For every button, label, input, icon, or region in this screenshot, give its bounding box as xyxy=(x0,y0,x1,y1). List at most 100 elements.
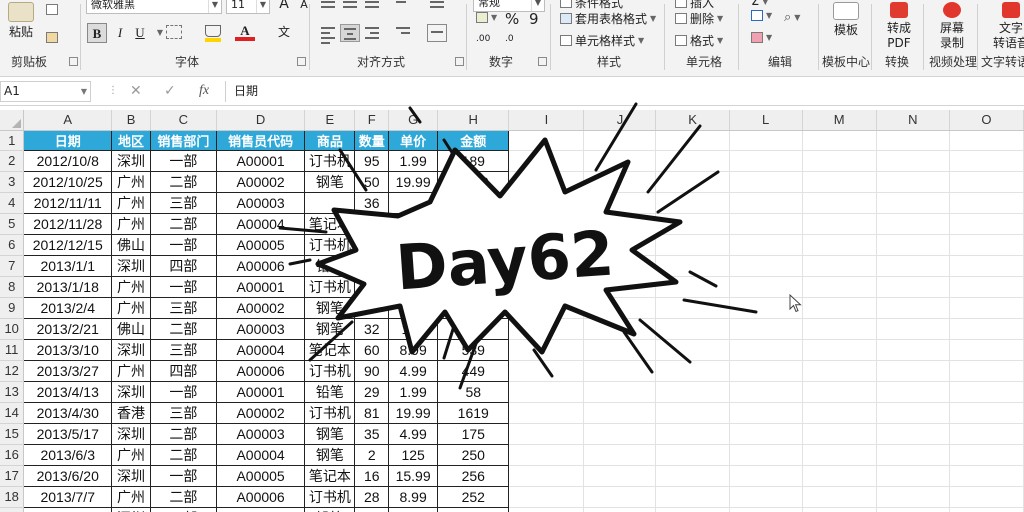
column-header[interactable]: F xyxy=(354,110,390,131)
underline-button[interactable]: U xyxy=(130,23,150,43)
data-cell[interactable]: 250 xyxy=(437,443,510,466)
data-cell[interactable]: 1000 xyxy=(437,170,510,193)
header-cell[interactable]: 销售部门 xyxy=(149,129,217,151)
empty-cell[interactable] xyxy=(583,150,657,172)
enter-icon[interactable]: ✓ xyxy=(164,83,176,99)
row-header[interactable]: 9 xyxy=(0,297,25,319)
empty-cell[interactable] xyxy=(655,192,730,214)
empty-cell[interactable] xyxy=(583,192,657,214)
empty-cell[interactable] xyxy=(508,339,585,361)
data-cell[interactable]: 笔记本 xyxy=(304,464,356,487)
empty-cell[interactable] xyxy=(949,130,1024,151)
data-cell[interactable]: 钢笔 xyxy=(304,170,356,193)
data-cell[interactable]: 四部 xyxy=(149,254,217,277)
row-header[interactable]: 2 xyxy=(0,150,25,172)
empty-cell[interactable] xyxy=(655,255,730,277)
row-header[interactable]: 17 xyxy=(0,465,25,487)
data-cell[interactable]: 二部 xyxy=(149,443,217,466)
data-cell[interactable]: 钢笔 xyxy=(304,443,356,466)
empty-cell[interactable] xyxy=(508,192,585,214)
row-header[interactable]: 7 xyxy=(0,255,25,277)
data-cell[interactable]: 449 xyxy=(437,359,510,382)
column-header[interactable]: D xyxy=(216,110,306,131)
empty-cell[interactable] xyxy=(949,150,1024,172)
data-cell[interactable] xyxy=(304,191,356,214)
wrap-text-icon[interactable] xyxy=(427,0,447,16)
empty-cell[interactable] xyxy=(655,465,730,487)
empty-cell[interactable] xyxy=(876,381,950,403)
empty-cell[interactable] xyxy=(802,171,877,193)
data-cell[interactable]: 19.99 xyxy=(388,401,439,424)
empty-cell[interactable] xyxy=(802,234,877,256)
empty-cell[interactable] xyxy=(508,130,585,151)
data-cell[interactable]: 订书机 xyxy=(304,233,356,256)
empty-cell[interactable] xyxy=(729,130,803,151)
data-cell[interactable]: 35 xyxy=(354,422,390,445)
empty-cell[interactable] xyxy=(802,192,877,214)
empty-cell[interactable] xyxy=(949,360,1024,382)
data-cell[interactable]: 4.99 xyxy=(388,422,439,445)
empty-cell[interactable] xyxy=(655,318,730,340)
data-cell[interactable]: 1.99 xyxy=(388,149,439,172)
data-cell[interactable]: A00006 xyxy=(215,485,306,508)
data-cell[interactable]: 2012/11/28 xyxy=(23,212,113,235)
row-header[interactable]: 11 xyxy=(0,339,25,361)
empty-cell[interactable] xyxy=(949,213,1024,235)
empty-cell[interactable] xyxy=(583,318,657,340)
insert-function-icon[interactable]: fx xyxy=(199,83,209,99)
data-cell[interactable]: 三部 xyxy=(149,401,217,424)
empty-cell[interactable] xyxy=(802,402,877,424)
empty-cell[interactable] xyxy=(655,276,730,298)
data-cell[interactable]: 90 xyxy=(437,233,510,256)
empty-cell[interactable] xyxy=(876,486,950,508)
empty-cell[interactable] xyxy=(508,171,585,193)
find-button[interactable]: ⌕ ▼ xyxy=(784,10,800,25)
empty-cell[interactable] xyxy=(655,234,730,256)
empty-cell[interactable] xyxy=(508,444,585,466)
data-cell[interactable]: 四部 xyxy=(149,359,217,382)
empty-cell[interactable] xyxy=(655,297,730,319)
format-cells-button[interactable]: 格式 ▼ xyxy=(675,32,723,49)
column-header[interactable]: G xyxy=(388,110,439,131)
empty-cell[interactable] xyxy=(729,150,803,172)
empty-cell[interactable] xyxy=(876,192,950,214)
data-cell[interactable]: 29 xyxy=(354,380,390,403)
data-cell[interactable]: 三部 xyxy=(149,296,217,319)
data-cell[interactable]: A00006 xyxy=(215,254,306,277)
data-cell[interactable]: 189 xyxy=(437,149,510,172)
empty-cell[interactable] xyxy=(729,381,803,403)
empty-cell[interactable] xyxy=(949,318,1024,340)
data-cell[interactable]: 一部 xyxy=(149,233,217,256)
empty-cell[interactable] xyxy=(583,423,657,445)
column-header[interactable]: I xyxy=(508,110,585,131)
data-cell[interactable]: A00005 xyxy=(215,464,306,487)
row-header[interactable]: 1 xyxy=(0,130,25,151)
empty-cell[interactable] xyxy=(729,318,803,340)
empty-cell[interactable] xyxy=(802,360,877,382)
empty-cell[interactable] xyxy=(655,339,730,361)
data-cell[interactable]: 2013/2/21 xyxy=(23,317,113,340)
data-cell[interactable]: 深圳 xyxy=(111,254,151,277)
empty-cell[interactable] xyxy=(583,381,657,403)
indent-icon[interactable] xyxy=(393,24,413,42)
data-cell[interactable]: 2013/5/17 xyxy=(23,422,113,445)
empty-cell[interactable] xyxy=(876,423,950,445)
empty-cell[interactable] xyxy=(729,192,803,214)
font-size-select[interactable]: 11 ▼ xyxy=(226,0,270,14)
empty-cell[interactable] xyxy=(949,297,1024,319)
empty-cell[interactable] xyxy=(508,297,585,319)
empty-cell[interactable] xyxy=(583,213,657,235)
data-cell[interactable]: 539 xyxy=(437,338,510,361)
empty-cell[interactable] xyxy=(876,402,950,424)
empty-cell[interactable] xyxy=(802,486,877,508)
empty-cell[interactable] xyxy=(802,150,877,172)
empty-cell[interactable] xyxy=(802,276,877,298)
data-cell[interactable]: 深圳 xyxy=(111,506,151,512)
empty-cell[interactable] xyxy=(729,339,803,361)
empty-cell[interactable] xyxy=(949,171,1024,193)
data-cell[interactable]: A00004 xyxy=(215,212,306,235)
empty-cell[interactable] xyxy=(583,297,657,319)
data-cell[interactable]: 广州 xyxy=(111,443,151,466)
data-cell[interactable]: 256 xyxy=(437,212,510,235)
empty-cell[interactable] xyxy=(508,318,585,340)
